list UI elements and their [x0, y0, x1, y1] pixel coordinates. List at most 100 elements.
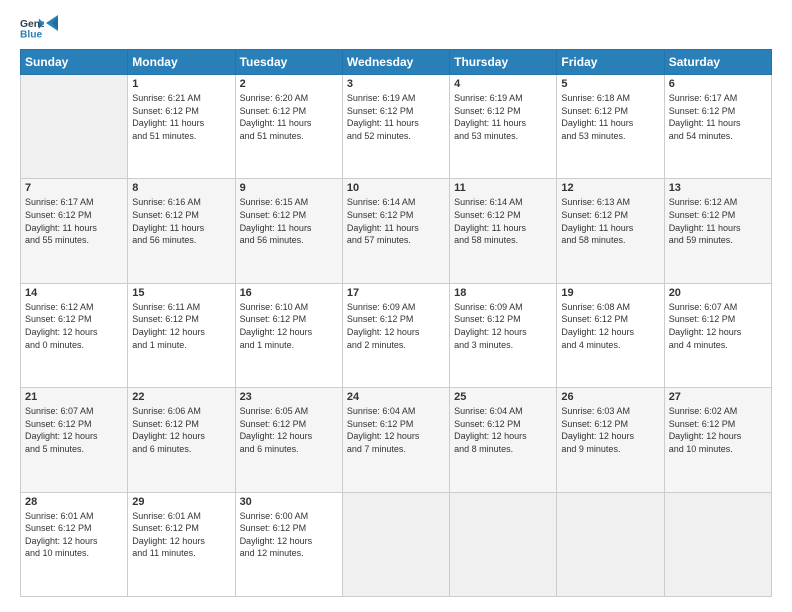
col-header-friday: Friday [557, 50, 664, 75]
day-info: Sunrise: 6:13 AMSunset: 6:12 PMDaylight:… [561, 196, 659, 246]
day-number: 19 [561, 287, 659, 299]
day-info: Sunrise: 6:02 AMSunset: 6:12 PMDaylight:… [669, 405, 767, 455]
day-info: Sunrise: 6:07 AMSunset: 6:12 PMDaylight:… [669, 301, 767, 351]
col-header-monday: Monday [128, 50, 235, 75]
day-info: Sunrise: 6:17 AMSunset: 6:12 PMDaylight:… [25, 196, 123, 246]
calendar-cell: 16 Sunrise: 6:10 AMSunset: 6:12 PMDayligh… [235, 283, 342, 387]
day-number: 21 [25, 391, 123, 403]
day-number: 22 [132, 391, 230, 403]
day-info: Sunrise: 6:19 AMSunset: 6:12 PMDaylight:… [347, 92, 445, 142]
day-number: 29 [132, 496, 230, 508]
calendar-cell: 18 Sunrise: 6:09 AMSunset: 6:12 PMDayligh… [450, 283, 557, 387]
day-info: Sunrise: 6:06 AMSunset: 6:12 PMDaylight:… [132, 405, 230, 455]
day-number: 15 [132, 287, 230, 299]
day-number: 13 [669, 182, 767, 194]
calendar-cell [342, 492, 449, 596]
calendar-cell [450, 492, 557, 596]
calendar-cell: 14Sunrise: 6:12 AMSunset: 6:12 PMDayligh… [21, 283, 128, 387]
day-info: Sunrise: 6:20 AMSunset: 6:12 PMDaylight:… [240, 92, 338, 142]
day-number: 14 [25, 287, 123, 299]
calendar-cell: 24 Sunrise: 6:04 AMSunset: 6:12 PMDayligh… [342, 388, 449, 492]
day-number: 27 [669, 391, 767, 403]
day-info: Sunrise: 6:01 AMSunset: 6:12 PMDaylight:… [132, 510, 230, 560]
calendar-week-row: 14Sunrise: 6:12 AMSunset: 6:12 PMDayligh… [21, 283, 772, 387]
day-number: 6 [669, 78, 767, 90]
calendar-cell: 20 Sunrise: 6:07 AMSunset: 6:12 PMDayligh… [664, 283, 771, 387]
logo-arrow-icon [44, 13, 64, 33]
calendar-cell: 22 Sunrise: 6:06 AMSunset: 6:12 PMDayligh… [128, 388, 235, 492]
col-header-tuesday: Tuesday [235, 50, 342, 75]
calendar-cell: 7 Sunrise: 6:17 AMSunset: 6:12 PMDaylight… [21, 179, 128, 283]
calendar-week-row: 7 Sunrise: 6:17 AMSunset: 6:12 PMDaylight… [21, 179, 772, 283]
calendar-cell: 17 Sunrise: 6:09 AMSunset: 6:12 PMDayligh… [342, 283, 449, 387]
day-number: 11 [454, 182, 552, 194]
day-number: 10 [347, 182, 445, 194]
calendar-cell: 30Sunrise: 6:00 AMSunset: 6:12 PMDayligh… [235, 492, 342, 596]
calendar-cell: 10 Sunrise: 6:14 AMSunset: 6:12 PMDayligh… [342, 179, 449, 283]
day-number: 23 [240, 391, 338, 403]
calendar-cell: 21 Sunrise: 6:07 AMSunset: 6:12 PMDayligh… [21, 388, 128, 492]
calendar-cell: 28Sunrise: 6:01 AMSunset: 6:12 PMDayligh… [21, 492, 128, 596]
day-number: 7 [25, 182, 123, 194]
logo: General Blue [20, 15, 64, 39]
calendar-cell: 19 Sunrise: 6:08 AMSunset: 6:12 PMDayligh… [557, 283, 664, 387]
calendar-cell: 6 Sunrise: 6:17 AMSunset: 6:12 PMDaylight… [664, 75, 771, 179]
col-header-saturday: Saturday [664, 50, 771, 75]
day-info: Sunrise: 6:05 AMSunset: 6:12 PMDaylight:… [240, 405, 338, 455]
logo-icon: General Blue [20, 15, 44, 39]
calendar-cell: 1Sunrise: 6:21 AMSunset: 6:12 PMDaylight… [128, 75, 235, 179]
day-number: 28 [25, 496, 123, 508]
day-number: 9 [240, 182, 338, 194]
day-number: 8 [132, 182, 230, 194]
day-info: Sunrise: 6:18 AMSunset: 6:12 PMDaylight:… [561, 92, 659, 142]
day-info: Sunrise: 6:09 AMSunset: 6:12 PMDaylight:… [347, 301, 445, 351]
day-info: Sunrise: 6:09 AMSunset: 6:12 PMDaylight:… [454, 301, 552, 351]
day-info: Sunrise: 6:16 AMSunset: 6:12 PMDaylight:… [132, 196, 230, 246]
day-info: Sunrise: 6:04 AMSunset: 6:12 PMDaylight:… [347, 405, 445, 455]
calendar-cell: 15 Sunrise: 6:11 AMSunset: 6:12 PMDayligh… [128, 283, 235, 387]
calendar-week-row: 1Sunrise: 6:21 AMSunset: 6:12 PMDaylight… [21, 75, 772, 179]
day-number: 12 [561, 182, 659, 194]
day-number: 5 [561, 78, 659, 90]
day-number: 17 [347, 287, 445, 299]
day-info: Sunrise: 6:17 AMSunset: 6:12 PMDaylight:… [669, 92, 767, 142]
day-number: 24 [347, 391, 445, 403]
day-number: 16 [240, 287, 338, 299]
day-number: 20 [669, 287, 767, 299]
day-info: Sunrise: 6:14 AMSunset: 6:12 PMDaylight:… [454, 196, 552, 246]
day-info: Sunrise: 6:04 AMSunset: 6:12 PMDaylight:… [454, 405, 552, 455]
day-info: Sunrise: 6:10 AMSunset: 6:12 PMDaylight:… [240, 301, 338, 351]
calendar-cell: 8 Sunrise: 6:16 AMSunset: 6:12 PMDaylight… [128, 179, 235, 283]
calendar-cell [557, 492, 664, 596]
calendar-cell: 5 Sunrise: 6:18 AMSunset: 6:12 PMDaylight… [557, 75, 664, 179]
day-info: Sunrise: 6:12 AMSunset: 6:12 PMDaylight:… [669, 196, 767, 246]
calendar-week-row: 21 Sunrise: 6:07 AMSunset: 6:12 PMDayligh… [21, 388, 772, 492]
calendar-cell: 4Sunrise: 6:19 AMSunset: 6:12 PMDaylight… [450, 75, 557, 179]
day-number: 18 [454, 287, 552, 299]
calendar-cell: 13 Sunrise: 6:12 AMSunset: 6:12 PMDayligh… [664, 179, 771, 283]
header: General Blue [20, 15, 772, 39]
day-info: Sunrise: 6:14 AMSunset: 6:12 PMDaylight:… [347, 196, 445, 246]
calendar-cell [664, 492, 771, 596]
day-info: Sunrise: 6:03 AMSunset: 6:12 PMDaylight:… [561, 405, 659, 455]
day-info: Sunrise: 6:11 AMSunset: 6:12 PMDaylight:… [132, 301, 230, 351]
day-info: Sunrise: 6:21 AMSunset: 6:12 PMDaylight:… [132, 92, 230, 142]
col-header-sunday: Sunday [21, 50, 128, 75]
calendar-cell: 27 Sunrise: 6:02 AMSunset: 6:12 PMDayligh… [664, 388, 771, 492]
calendar-cell: 25 Sunrise: 6:04 AMSunset: 6:12 PMDayligh… [450, 388, 557, 492]
day-info: Sunrise: 6:15 AMSunset: 6:12 PMDaylight:… [240, 196, 338, 246]
day-info: Sunrise: 6:19 AMSunset: 6:12 PMDaylight:… [454, 92, 552, 142]
calendar-header-row: SundayMondayTuesdayWednesdayThursdayFrid… [21, 50, 772, 75]
calendar-cell: 23 Sunrise: 6:05 AMSunset: 6:12 PMDayligh… [235, 388, 342, 492]
day-info: Sunrise: 6:00 AMSunset: 6:12 PMDaylight:… [240, 510, 338, 560]
day-number: 26 [561, 391, 659, 403]
day-info: Sunrise: 6:07 AMSunset: 6:12 PMDaylight:… [25, 405, 123, 455]
day-number: 2 [240, 78, 338, 90]
svg-text:Blue: Blue [20, 29, 43, 39]
calendar-cell: 29 Sunrise: 6:01 AMSunset: 6:12 PMDayligh… [128, 492, 235, 596]
day-number: 3 [347, 78, 445, 90]
calendar-cell: 11 Sunrise: 6:14 AMSunset: 6:12 PMDayligh… [450, 179, 557, 283]
day-info: Sunrise: 6:08 AMSunset: 6:12 PMDaylight:… [561, 301, 659, 351]
calendar-table: SundayMondayTuesdayWednesdayThursdayFrid… [20, 49, 772, 597]
day-number: 25 [454, 391, 552, 403]
